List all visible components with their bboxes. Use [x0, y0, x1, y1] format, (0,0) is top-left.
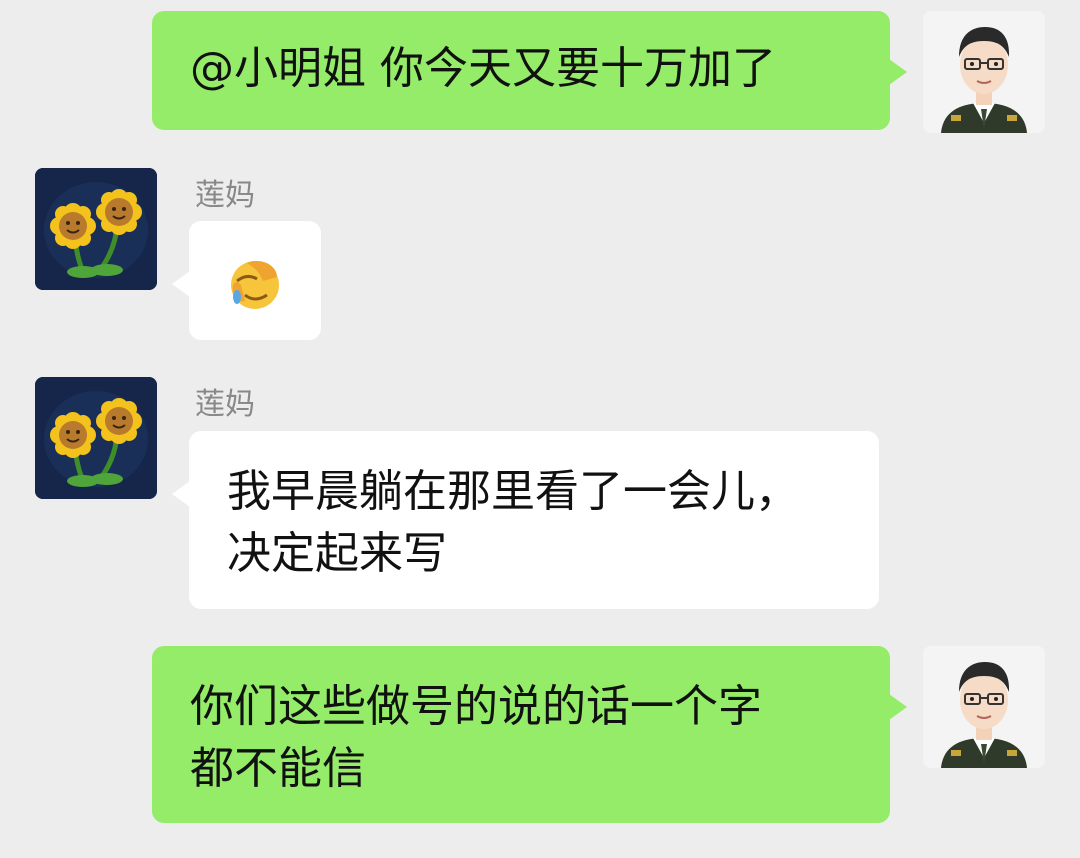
cartoon-officer-avatar-icon: [923, 11, 1045, 133]
face-palm-laughing-emoji-icon: [231, 260, 279, 309]
sunflower-avatar-icon: [35, 377, 157, 499]
message-text: 你们这些做号的说的话一个字 都不能信: [190, 681, 762, 794]
message-bubble-self[interactable]: 你们这些做号的说的话一个字 都不能信: [152, 646, 907, 823]
user-avatar[interactable]: [923, 646, 1045, 768]
contact-avatar[interactable]: [35, 377, 157, 499]
sender-name: 莲妈: [195, 387, 255, 422]
message-bubble-other[interactable]: 我早晨躺在那里看了一会儿， 决定起来写: [172, 431, 879, 609]
message-text: 我早晨躺在那里看了一会儿， 决定起来写: [227, 466, 799, 579]
sunflower-avatar-icon: [35, 168, 157, 290]
contact-avatar[interactable]: [35, 168, 157, 290]
sender-name: 莲妈: [195, 178, 255, 213]
message-bubble-other[interactable]: [172, 221, 321, 340]
message-bubble-self[interactable]: @小明姐 你今天又要十万加了: [152, 11, 907, 130]
cartoon-officer-avatar-icon: [923, 646, 1045, 768]
message-text: @小明姐 你今天又要十万加了: [190, 43, 776, 94]
user-avatar[interactable]: [923, 11, 1045, 133]
